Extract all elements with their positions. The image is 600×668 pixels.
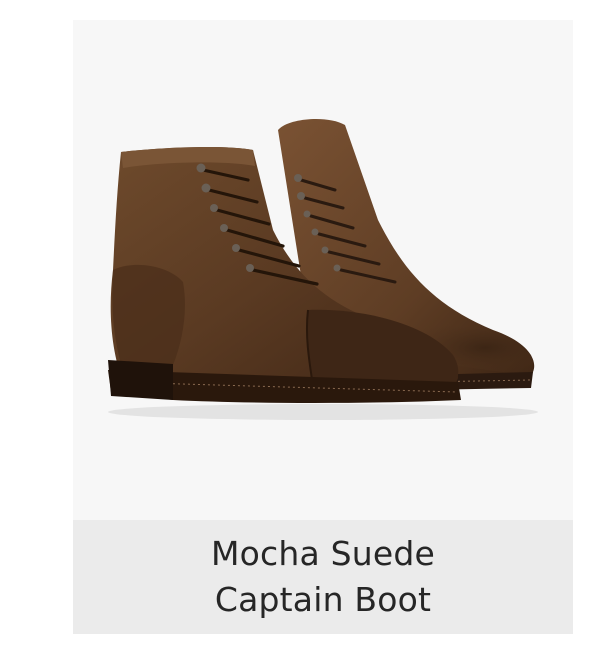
floor-shadow [108,404,538,420]
boot-illustration [108,118,538,420]
product-title-line-2: Captain Boot [214,580,432,619]
product-title[interactable]: Mocha Suede Captain Boot [73,520,573,634]
product-title-line-1: Mocha Suede [210,534,436,573]
product-image[interactable] [73,20,573,520]
product-card[interactable]: Mocha Suede Captain Boot [73,20,573,634]
